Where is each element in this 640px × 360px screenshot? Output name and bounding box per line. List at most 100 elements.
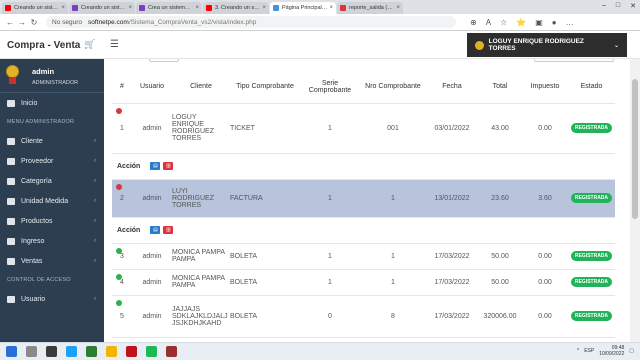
tab-close-icon[interactable]: × (329, 5, 333, 11)
sidebar-item-usuario[interactable]: Usuario ‹ (0, 289, 104, 309)
expand-row-icon[interactable] (116, 107, 122, 114)
reader-icon[interactable]: A (486, 18, 491, 27)
menu-dots-icon[interactable]: … (566, 18, 574, 27)
spotify-icon[interactable] (146, 346, 157, 357)
browser-tab[interactable]: Página Principal | Sis× (270, 2, 336, 14)
column-header[interactable]: Estado (568, 71, 615, 103)
expand-row-icon[interactable] (116, 273, 122, 280)
favorite-icon[interactable]: ☆ (500, 18, 507, 27)
collections-icon[interactable]: ▣ (535, 18, 543, 27)
sidebar-item-unidad-medida[interactable]: Unidad Medida ‹ (0, 191, 104, 211)
search-icon[interactable] (26, 346, 37, 357)
table-search-input[interactable] (534, 59, 614, 62)
nro-cell: 8 (360, 294, 426, 337)
expand-row-icon[interactable] (116, 299, 122, 306)
row-number-cell: 1 (112, 102, 132, 153)
sidebar-item-cliente[interactable]: Cliente ‹ (0, 131, 104, 151)
table-row[interactable]: 4 admin MONICA PAMPA PAMPA BOLETA 1 1 17/03/20… (112, 268, 615, 295)
tab-close-icon[interactable]: × (61, 5, 65, 11)
scrollbar-thumb[interactable] (632, 79, 638, 219)
chevron-left-icon: ‹ (94, 138, 96, 144)
nro-cell: 001 (360, 102, 426, 153)
clock[interactable]: 09:48 10/09/2022 (599, 345, 624, 357)
reload-icon[interactable]: ↻ (28, 18, 40, 27)
browser-tab[interactable]: 3. Creando un sistema× (203, 2, 269, 14)
sidebar-item-categor-a[interactable]: Categoría ‹ (0, 171, 104, 191)
app-icon[interactable] (86, 346, 97, 357)
row-number-cell: 3 (112, 242, 132, 269)
browser-tab[interactable]: Creando un sistema b× (2, 2, 68, 14)
start-icon[interactable] (6, 346, 17, 357)
column-header[interactable]: Total (478, 71, 522, 103)
sidebar-item-inicio[interactable]: Inicio (0, 93, 104, 113)
usuario-cell: admin (132, 102, 172, 153)
sidebar-item-label: Productos (21, 217, 53, 225)
maximize-icon[interactable]: □ (616, 2, 620, 10)
chevron-left-icon: ‹ (94, 238, 96, 244)
table-row[interactable]: 3 admin MONICA PAMPA PAMPA BOLETA 1 1 17/03/20… (112, 242, 615, 269)
print-button[interactable]: ▤ (150, 226, 161, 234)
browser-tab[interactable]: reporte_salida (5).pdf× (337, 2, 403, 14)
tab-close-icon[interactable]: × (128, 5, 132, 11)
tab-close-icon[interactable]: × (195, 5, 199, 11)
column-header[interactable]: Serie Comprobante (300, 71, 360, 103)
app-icon[interactable] (166, 346, 177, 357)
back-icon[interactable]: ← (4, 18, 16, 27)
hamburger-menu-icon[interactable]: ☰ (110, 39, 119, 50)
notification-icon[interactable]: ▢ (629, 348, 634, 354)
estado-cell: REGISTRADA (568, 242, 615, 269)
minimize-icon[interactable]: – (602, 2, 606, 10)
row-number: 4 (120, 278, 124, 286)
delete-button[interactable]: ▥ (163, 226, 174, 234)
tab-close-icon[interactable]: × (262, 5, 266, 11)
file-explorer-icon[interactable] (106, 346, 117, 357)
language-indicator[interactable]: ESP (584, 348, 594, 354)
total-cell: 320006.00 (478, 294, 522, 337)
sidebar-item-label: Categoría (21, 177, 52, 185)
impuesto-cell: 0.00 (522, 268, 568, 295)
sidebar-item-productos[interactable]: Productos ‹ (0, 211, 104, 231)
column-header[interactable]: Nro Comprobante (360, 71, 426, 103)
page-scrollbar[interactable] (630, 59, 640, 342)
user-menu[interactable]: LOGUY ENRIQUE RODRIGUEZ TORRES ⌄ (467, 33, 627, 57)
tray-chevron-icon[interactable]: ^ (577, 348, 579, 354)
zoom-icon[interactable]: ⊕ (470, 18, 477, 27)
chrome-icon[interactable] (126, 346, 137, 357)
page-length-select[interactable] (149, 59, 179, 62)
sidebar-item-label: Inicio (21, 99, 38, 107)
table-row[interactable]: 2 admin LUYI RODRIGUEZ TORRES FACTURA 1 1 13/0… (112, 178, 615, 217)
total-cell: 23.60 (478, 178, 522, 217)
forward-icon[interactable]: → (16, 18, 28, 27)
chevron-down-icon: ⌄ (613, 42, 619, 49)
row-number-cell: 4 (112, 268, 132, 295)
column-header[interactable]: Fecha (426, 71, 478, 103)
column-header[interactable]: # (112, 71, 132, 103)
column-header[interactable]: Tipo Comprobante (230, 71, 300, 103)
sales-table: # Usuario Cliente Tipo Comprobante Serie Com… (112, 71, 615, 342)
table-row[interactable]: 5 admin JAJJAJS SDKLAJKLDJALJ JSJKDHJKAHD B… (112, 294, 615, 337)
favorites-icon[interactable]: ⭐ (516, 18, 526, 27)
sidebar-item-ventas[interactable]: Ventas ‹ (0, 251, 104, 271)
column-header[interactable]: Cliente (172, 71, 230, 103)
sidebar-item-proveedor[interactable]: Proveedor ‹ (0, 151, 104, 171)
column-header[interactable]: Impuesto (522, 71, 568, 103)
browser-tab[interactable]: Creando un sistema d× (69, 2, 135, 14)
edge-icon[interactable] (66, 346, 77, 357)
table-row[interactable]: 1 admin LOGUY ENRIQUE RODRIGUEZ TORRES TICK… (112, 102, 615, 153)
expand-row-icon[interactable] (116, 247, 122, 254)
task-view-icon[interactable] (46, 346, 57, 357)
expand-row-icon[interactable] (116, 183, 122, 190)
tab-label: Página Principal | Sis (282, 5, 327, 11)
browser-tab[interactable]: Crea un sistema de la× (136, 2, 202, 14)
print-button[interactable]: ▤ (150, 162, 161, 170)
delete-button[interactable]: ▥ (163, 162, 174, 170)
estado-cell: REGISTRADA (568, 294, 615, 337)
profile-icon[interactable]: ● (552, 18, 557, 27)
tab-close-icon[interactable]: × (396, 5, 400, 11)
url-field[interactable]: No seguro softnetpe.com/Sistema_CompraVe… (46, 16, 456, 28)
close-window-icon[interactable]: ✕ (630, 2, 636, 10)
sidebar-item-ingreso[interactable]: Ingreso ‹ (0, 231, 104, 251)
medal-icon (475, 40, 484, 50)
column-header[interactable]: Usuario (132, 71, 172, 103)
url-host: softnetpe.com (88, 18, 129, 26)
